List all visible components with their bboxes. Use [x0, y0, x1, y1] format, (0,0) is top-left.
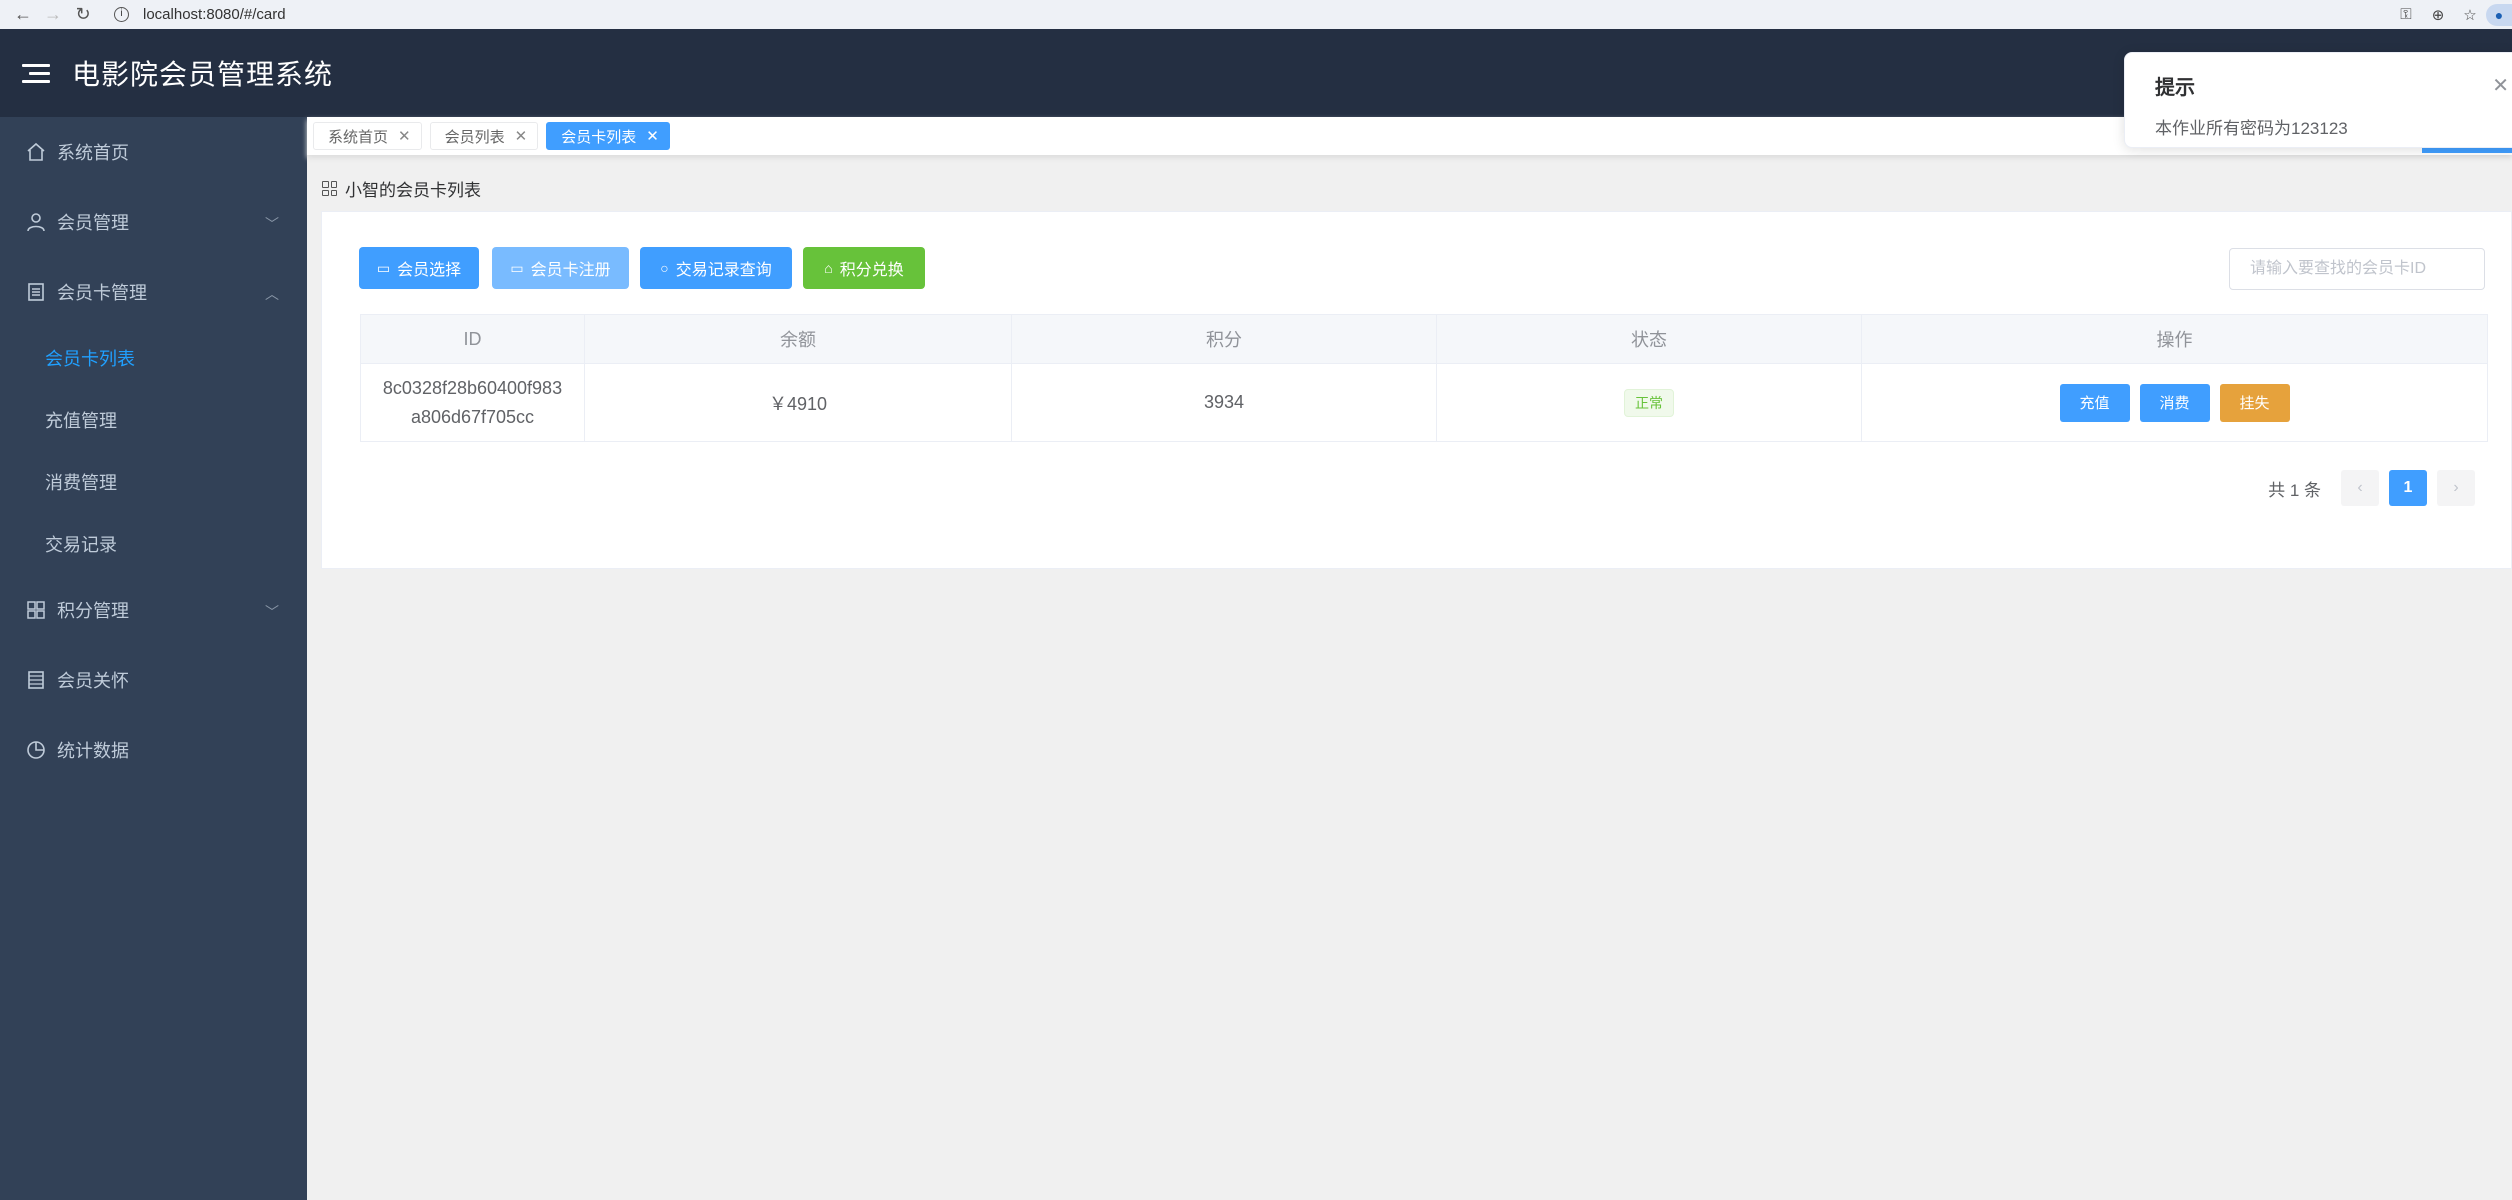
tag-home[interactable]: 系统首页 ✕: [313, 122, 422, 150]
tag-label: 会员卡列表: [561, 128, 637, 146]
actions-cell: 充值 消费 挂失: [1861, 363, 2488, 442]
zoom-icon[interactable]: ⊕: [2422, 6, 2454, 24]
sidebar-item-label: 积分管理: [57, 601, 129, 621]
sidebar-item-points[interactable]: 积分管理 ﹀: [0, 575, 307, 645]
sidebar-subitem-recharge[interactable]: 充值管理: [0, 389, 307, 451]
chevron-down-icon: ﹀: [265, 604, 279, 620]
card-id-line: a806d67f705cc: [410, 406, 535, 427]
points-exchange-button[interactable]: ⌂ 积分兑换: [803, 247, 925, 289]
next-page-button[interactable]: ›: [2437, 470, 2475, 506]
sidebar-item-label: 会员管理: [57, 213, 129, 233]
card-icon: ▭: [376, 259, 391, 276]
tag-member-list[interactable]: 会员列表 ✕: [429, 122, 539, 150]
gift-icon: ⌂: [824, 260, 833, 276]
pagination-total: 共 1 条: [2268, 480, 2321, 500]
tag-label: 系统首页: [328, 128, 389, 146]
card-icon: ▭: [510, 259, 524, 276]
breadcrumb: 小智的会员卡列表: [322, 176, 481, 201]
sidebar-item-label: 统计数据: [57, 741, 129, 761]
breadcrumb-label: 小智的会员卡列表: [345, 181, 481, 200]
cards-table: ID 余额 积分 状态 操作 8c0328f28b60400f983 a806d…: [360, 314, 2488, 442]
sidebar-subitem-transactions[interactable]: 交易记录: [0, 513, 307, 575]
sidebar-item-cards[interactable]: 会员卡管理 ︿: [0, 257, 307, 327]
info-icon[interactable]: i: [114, 7, 129, 22]
sidebar-subitem-card-list[interactable]: 会员卡列表: [0, 327, 307, 389]
sidebar-item-label: 会员卡管理: [57, 283, 147, 303]
key-icon[interactable]: ⚿: [2390, 6, 2422, 23]
column-header: 积分: [1011, 314, 1437, 364]
register-card-button[interactable]: ▭ 会员卡注册: [492, 247, 629, 289]
tag-label: 会员列表: [444, 128, 505, 146]
browser-toolbar: ← → ↻ i localhost:8080/#/card ⚿ ⊕ ☆ ●: [0, 0, 2512, 29]
arrow-left-icon[interactable]: ←: [8, 4, 38, 25]
button-label: 会员选择: [397, 262, 462, 279]
consume-button[interactable]: 消费: [2139, 383, 2210, 422]
close-icon[interactable]: ✕: [515, 127, 528, 145]
card-id-cell: 8c0328f28b60400f983 a806d67f705cc: [360, 363, 585, 442]
grid-icon: [322, 181, 337, 196]
sidebar: 系统首页 会员管理 ﹀ 会员卡管理 ︿ 会员卡列表 充值管理 消费管理 交易记录…: [0, 117, 307, 1200]
column-header: ID: [360, 314, 585, 364]
document-icon: [25, 281, 47, 303]
card-search-input[interactable]: [2229, 248, 2485, 290]
chevron-down-icon: ﹀: [265, 216, 279, 232]
status-badge: 正常: [1624, 388, 1674, 417]
main-card: ▭ 会员选择 ▭ 会员卡注册 ○ 交易记录查询 ⌂ 积分兑换 ID 余额 积分 …: [321, 211, 2512, 569]
grid-icon: [25, 599, 47, 621]
address-bar[interactable]: i localhost:8080/#/card: [114, 6, 286, 23]
select-member-button[interactable]: ▭ 会员选择: [359, 247, 479, 289]
table-row: 8c0328f28b60400f983 a806d67f705cc ￥4910 …: [360, 363, 2488, 442]
sidebar-item-members[interactable]: 会员管理 ﹀: [0, 187, 307, 257]
tag-card-list[interactable]: 会员卡列表 ✕: [546, 122, 670, 150]
sidebar-item-home[interactable]: 系统首页: [0, 117, 307, 187]
user-icon: [25, 211, 47, 233]
sidebar-item-stats[interactable]: 统计数据: [0, 715, 307, 785]
balance-cell: ￥4910: [584, 363, 1012, 442]
app-title: 电影院会员管理系统: [72, 59, 334, 90]
profile-icon[interactable]: ●: [2486, 3, 2512, 26]
column-header: 状态: [1436, 314, 1862, 364]
chevron-up-icon: ︿: [265, 286, 279, 302]
prev-page-button[interactable]: ‹: [2341, 470, 2379, 506]
menu-toggle-icon[interactable]: [22, 59, 50, 87]
notification-toast: 提示 本作业所有密码为123123 ✕: [2124, 52, 2512, 148]
pagination: 共 1 条 ‹ 1 ›: [2268, 470, 2475, 506]
notification-message: 本作业所有密码为123123: [2155, 119, 2348, 138]
column-header: 操作: [1861, 314, 2488, 364]
column-header: 余额: [584, 314, 1012, 364]
notebook-icon: [25, 669, 47, 691]
points-cell: 3934: [1011, 363, 1437, 442]
close-icon[interactable]: ✕: [2492, 73, 2509, 98]
search-icon: ○: [660, 260, 669, 276]
query-records-button[interactable]: ○ 交易记录查询: [640, 247, 792, 289]
card-id-line: 8c0328f28b60400f983: [382, 377, 563, 398]
report-loss-button[interactable]: 挂失: [2219, 383, 2290, 422]
close-icon[interactable]: ✕: [398, 127, 411, 145]
button-label: 积分兑换: [839, 262, 904, 279]
url-text[interactable]: localhost:8080/#/card: [143, 6, 286, 23]
close-icon[interactable]: ✕: [646, 127, 659, 145]
arrow-right-icon[interactable]: →: [38, 4, 68, 25]
sidebar-item-care[interactable]: 会员关怀: [0, 645, 307, 715]
recharge-button[interactable]: 充值: [2059, 383, 2130, 422]
reload-icon[interactable]: ↻: [68, 4, 98, 25]
notification-title: 提示: [2155, 77, 2195, 99]
pie-chart-icon: [25, 739, 47, 761]
page-number-button[interactable]: 1: [2389, 470, 2427, 506]
button-label: 会员卡注册: [530, 262, 611, 279]
sidebar-item-label: 系统首页: [57, 143, 129, 163]
star-icon[interactable]: ☆: [2454, 6, 2486, 24]
status-cell: 正常: [1436, 363, 1862, 442]
sidebar-item-label: 会员关怀: [57, 671, 129, 691]
home-icon: [25, 141, 47, 163]
browser-actions: ⚿ ⊕ ☆ ●: [2390, 0, 2512, 29]
sidebar-subitem-consume[interactable]: 消费管理: [0, 451, 307, 513]
button-label: 交易记录查询: [675, 262, 772, 279]
table-header-row: ID 余额 积分 状态 操作: [360, 314, 2488, 364]
